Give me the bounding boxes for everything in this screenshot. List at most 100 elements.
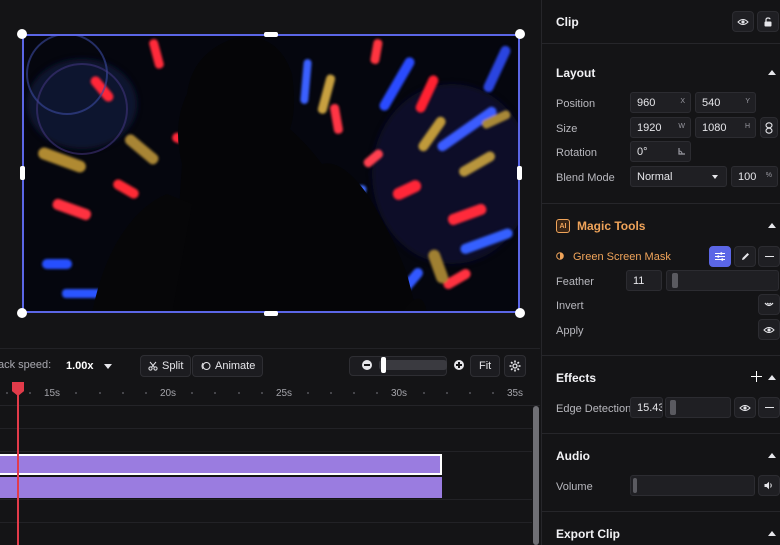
divider bbox=[542, 433, 780, 434]
remove-effect-button[interactable] bbox=[758, 397, 780, 418]
resize-handle-right[interactable] bbox=[517, 166, 522, 180]
edge-detection-slider-thumb[interactable] bbox=[670, 400, 676, 415]
eye-icon bbox=[737, 18, 749, 25]
resize-handle-bottom-left[interactable] bbox=[17, 308, 27, 318]
ai-badge: AI bbox=[556, 219, 570, 233]
playhead-line[interactable] bbox=[17, 394, 19, 545]
ruler-tick bbox=[469, 392, 471, 394]
fit-button[interactable]: Fit bbox=[470, 355, 501, 377]
timeline-settings-button[interactable] bbox=[504, 355, 526, 377]
position-y-unit: Y bbox=[745, 98, 750, 105]
inspector-panel: Clip Layout Position 960 X 540 Y Size 1920… bbox=[541, 0, 780, 545]
collapse-audio-icon[interactable] bbox=[768, 453, 776, 458]
resize-handle-top-right[interactable] bbox=[515, 29, 525, 39]
playback-toolbar: ack speed: 1.00x Split Animate Fit bbox=[0, 348, 540, 382]
layout-title: Layout bbox=[556, 66, 596, 80]
zoom-slider[interactable] bbox=[379, 357, 447, 373]
playback-speed-dropdown[interactable]: 1.00x bbox=[66, 355, 112, 377]
width-unit: W bbox=[678, 123, 685, 130]
zoom-out-icon[interactable] bbox=[362, 360, 372, 370]
video-preview[interactable] bbox=[22, 34, 520, 313]
chevron-down-icon bbox=[103, 363, 112, 369]
mask-icon bbox=[556, 252, 564, 260]
edge-detection-slider[interactable] bbox=[665, 397, 731, 418]
position-x-unit: X bbox=[680, 98, 685, 105]
add-effect-icon[interactable] bbox=[751, 371, 762, 382]
collapse-layout-icon[interactable] bbox=[768, 70, 776, 75]
effect-visibility-button[interactable] bbox=[734, 397, 756, 418]
apply-visibility-button[interactable] bbox=[758, 319, 780, 340]
sliders-icon bbox=[715, 252, 725, 261]
time-ruler[interactable]: 15s 20s 25s 30s 35s bbox=[0, 382, 540, 406]
fit-label: Fit bbox=[479, 360, 492, 372]
export-clip-title: Export Clip bbox=[556, 527, 621, 541]
height-value: 1080 bbox=[702, 122, 727, 134]
blend-mode-select[interactable]: Normal bbox=[630, 166, 727, 187]
ruler-tick bbox=[446, 392, 448, 394]
resize-handle-bottom[interactable] bbox=[264, 311, 278, 316]
track-divider bbox=[0, 451, 532, 452]
feather-slider-thumb[interactable] bbox=[672, 273, 678, 288]
height-unit: H bbox=[744, 123, 750, 130]
mute-button[interactable] bbox=[758, 475, 780, 496]
animate-button[interactable]: Animate bbox=[192, 355, 264, 377]
track-divider bbox=[0, 522, 532, 523]
ruler-tick bbox=[75, 392, 77, 394]
edit-mask-button[interactable] bbox=[734, 246, 756, 267]
feather-field[interactable]: 11 bbox=[626, 270, 662, 291]
height-field[interactable]: 1080 H bbox=[695, 117, 756, 138]
playback-speed-value: 1.00x bbox=[66, 360, 94, 372]
divider bbox=[542, 43, 780, 44]
speaker-icon bbox=[764, 481, 772, 490]
opacity-field[interactable]: 100% bbox=[731, 166, 778, 187]
minus-icon bbox=[764, 406, 774, 409]
timeline-clip-selected[interactable] bbox=[0, 454, 442, 475]
invert-toggle[interactable] bbox=[758, 294, 780, 315]
eye-icon bbox=[763, 326, 775, 333]
track-divider bbox=[0, 428, 532, 429]
volume-slider-thumb[interactable] bbox=[633, 478, 637, 493]
width-field[interactable]: 1920 W bbox=[630, 117, 691, 138]
volume-slider[interactable] bbox=[630, 475, 755, 496]
ruler-tick bbox=[145, 392, 147, 394]
visibility-button[interactable] bbox=[732, 11, 754, 32]
zoom-in-icon[interactable] bbox=[454, 360, 464, 370]
collapse-export-icon[interactable] bbox=[768, 531, 776, 536]
ruler-tick bbox=[238, 392, 240, 394]
timeline-scrollbar[interactable] bbox=[533, 406, 539, 545]
edge-detection-label: Edge Detection bbox=[556, 403, 632, 415]
opacity-value: 100 bbox=[738, 171, 757, 183]
ruler-tick bbox=[353, 392, 355, 394]
mask-settings-button[interactable] bbox=[709, 246, 731, 267]
split-button[interactable]: Split bbox=[140, 355, 192, 377]
feather-slider[interactable] bbox=[666, 270, 779, 291]
ruler-tick bbox=[122, 392, 124, 394]
resize-handle-top[interactable] bbox=[264, 32, 278, 37]
resize-handle-left[interactable] bbox=[20, 166, 25, 180]
lock-button[interactable] bbox=[757, 11, 779, 32]
timeline-clip[interactable] bbox=[0, 477, 442, 498]
size-label: Size bbox=[556, 123, 578, 135]
collapse-effects-icon[interactable] bbox=[768, 375, 776, 380]
position-y-field[interactable]: 540 Y bbox=[695, 92, 756, 113]
lock-aspect-button[interactable] bbox=[760, 117, 778, 138]
audio-title: Audio bbox=[556, 449, 590, 463]
green-screen-mask-label: Green Screen Mask bbox=[573, 251, 671, 263]
clip-title: Clip bbox=[556, 15, 579, 29]
divider bbox=[542, 203, 780, 204]
remove-mask-button[interactable] bbox=[758, 246, 780, 267]
resize-handle-top-left[interactable] bbox=[17, 29, 27, 39]
ruler-tick bbox=[6, 392, 8, 394]
edge-detection-field[interactable]: 15.43 bbox=[630, 397, 663, 418]
invert-label: Invert bbox=[556, 300, 584, 312]
resize-handle-bottom-right[interactable] bbox=[515, 308, 525, 318]
collapse-magic-icon[interactable] bbox=[768, 223, 776, 228]
invert-icon bbox=[764, 302, 774, 306]
position-x-field[interactable]: 960 X bbox=[630, 92, 691, 113]
rotation-field[interactable]: 0° bbox=[630, 141, 691, 162]
blend-mode-label: Blend Mode bbox=[556, 172, 615, 184]
minus-icon bbox=[764, 255, 774, 258]
ruler-tick bbox=[307, 392, 309, 394]
timeline[interactable]: 15s 20s 25s 30s 35s bbox=[0, 382, 540, 545]
zoom-slider-thumb[interactable] bbox=[381, 357, 386, 373]
